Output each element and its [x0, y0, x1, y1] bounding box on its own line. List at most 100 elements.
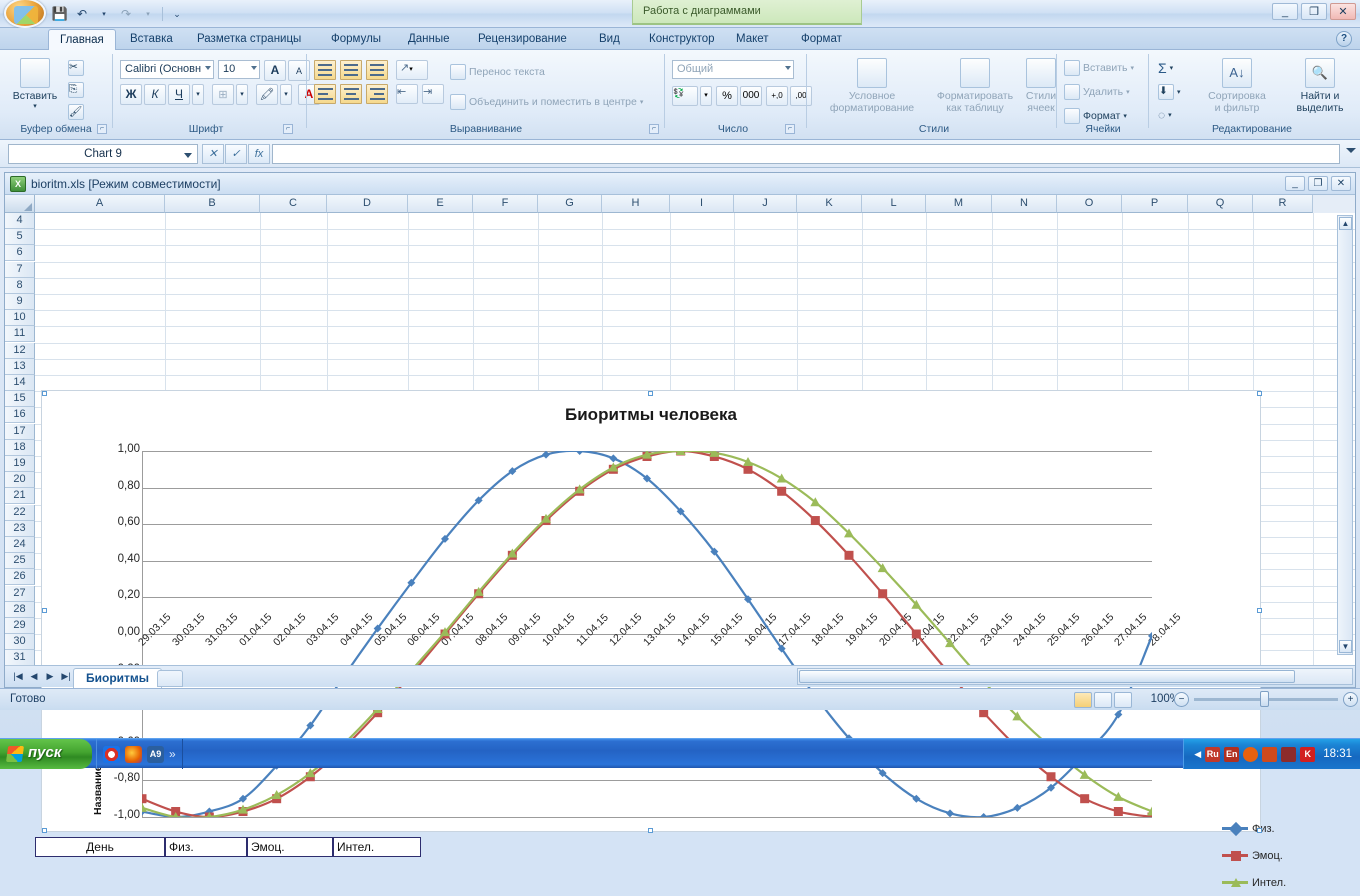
borders-button[interactable]: ⊞ [212, 84, 234, 105]
fill-color-dropdown-icon[interactable]: ▾ [280, 84, 292, 105]
zoom-out-button[interactable]: − [1174, 692, 1189, 707]
row-header-8[interactable]: 8 [5, 277, 35, 294]
chart-resize-handle[interactable] [648, 391, 653, 396]
vertical-scrollbar[interactable]: ▲ ▼ [1337, 215, 1353, 655]
thousands-button[interactable]: 000 [740, 86, 762, 106]
copy-button[interactable]: ⎘ [68, 82, 84, 98]
chart-resize-handle[interactable] [648, 828, 653, 833]
font-name-combo[interactable]: Calibri (Основн [120, 60, 214, 79]
align-center-icon[interactable] [340, 84, 362, 104]
column-header-P[interactable]: P [1122, 195, 1188, 213]
column-header-M[interactable]: M [926, 195, 992, 213]
number-format-combo[interactable]: Общий [672, 60, 794, 79]
wrap-text-button[interactable]: Перенос текста [450, 64, 545, 80]
row-header-24[interactable]: 24 [5, 537, 35, 553]
column-header-H[interactable]: H [602, 195, 670, 213]
legend-item-Интел.[interactable]: Интел. [1222, 869, 1286, 896]
align-right-icon[interactable] [366, 84, 388, 104]
row-header-28[interactable]: 28 [5, 601, 35, 618]
bold-button[interactable]: Ж [120, 84, 142, 105]
workbook-minimize-button[interactable]: _ [1285, 176, 1305, 191]
increase-indent-button[interactable]: ⇥ [422, 84, 444, 104]
conditional-formatting-button[interactable]: Условное форматирование [818, 58, 926, 114]
align-middle-icon[interactable] [340, 60, 362, 80]
row-header-20[interactable]: 20 [5, 472, 35, 489]
chart-resize-handle[interactable] [1257, 391, 1262, 396]
normal-view-icon[interactable] [1074, 692, 1092, 708]
merge-center-button[interactable]: Объединить и поместить в центре ▾ [450, 94, 643, 110]
workbook-restore-button[interactable]: ❐ [1308, 176, 1328, 191]
language-en-icon[interactable]: En [1224, 746, 1240, 762]
row-header-5[interactable]: 5 [5, 229, 35, 246]
tab-recenzirovanie[interactable]: Рецензирование [467, 28, 578, 50]
borders-dropdown-icon[interactable]: ▾ [236, 84, 248, 105]
column-header-J[interactable]: J [734, 195, 797, 213]
underline-dropdown-icon[interactable]: ▾ [192, 84, 204, 105]
select-all-corner[interactable] [5, 195, 35, 213]
insert-function-icon[interactable]: fx [248, 144, 270, 164]
chart-resize-handle[interactable] [42, 828, 47, 833]
column-header-F[interactable]: F [473, 195, 538, 213]
delete-cells-button[interactable]: Удалить ▾ [1064, 84, 1130, 100]
row-header-12[interactable]: 12 [5, 342, 35, 359]
column-header-O[interactable]: O [1057, 195, 1122, 213]
table-header-cell[interactable]: Интел. [333, 837, 421, 857]
tab-format[interactable]: Формат [790, 28, 853, 50]
row-header-10[interactable]: 10 [5, 310, 35, 327]
column-header-E[interactable]: E [408, 195, 473, 213]
chart-legend[interactable]: Физ. Эмоц. Интел. [1222, 815, 1286, 896]
tab-dannye[interactable]: Данные [397, 28, 461, 50]
column-header-D[interactable]: D [327, 195, 408, 213]
legend-item-Эмоц.[interactable]: Эмоц. [1222, 842, 1286, 869]
fill-button[interactable]: ⬇ ▾ [1158, 84, 1181, 100]
row-header-27[interactable]: 27 [5, 585, 35, 602]
insert-cells-button[interactable]: Вставить ▾ [1064, 60, 1134, 76]
column-header-B[interactable]: B [165, 195, 260, 213]
insert-worksheet-button[interactable] [157, 670, 183, 687]
help-icon[interactable]: ? [1336, 31, 1352, 47]
column-header-Q[interactable]: Q [1188, 195, 1253, 213]
orientation-button[interactable]: ↗▾ [396, 60, 428, 80]
last-sheet-button[interactable]: ▶| [59, 670, 73, 684]
paste-button[interactable]: Вставить ▾ [8, 58, 62, 110]
cell-styles-button[interactable]: Стили ячеек [1018, 58, 1064, 114]
format-painter-button[interactable]: 🖌 [68, 104, 84, 120]
table-header-cell[interactable]: День [35, 837, 165, 857]
prev-sheet-button[interactable]: ◀ [27, 670, 41, 684]
start-button[interactable]: пуск [0, 739, 92, 769]
row-header-21[interactable]: 21 [5, 488, 35, 505]
clear-button[interactable]: ◌ ▾ [1158, 108, 1172, 122]
kaspersky-icon[interactable]: K [1300, 746, 1316, 762]
column-header-I[interactable]: I [670, 195, 734, 213]
workbook-close-button[interactable]: ✕ [1331, 176, 1351, 191]
row-header-30[interactable]: 30 [5, 634, 35, 651]
column-header-R[interactable]: R [1253, 195, 1313, 213]
enter-formula-icon[interactable]: ✓ [225, 144, 247, 164]
row-header-15[interactable]: 15 [5, 391, 35, 408]
scroll-down-icon[interactable]: ▼ [1339, 640, 1352, 653]
column-header-K[interactable]: K [797, 195, 862, 213]
clipboard-dialog-launcher[interactable]: ⌐ [97, 124, 107, 134]
zoom-slider-thumb[interactable] [1260, 691, 1269, 707]
row-header-7[interactable]: 7 [5, 261, 35, 278]
number-dialog-launcher[interactable]: ⌐ [785, 124, 795, 134]
formula-input[interactable] [272, 144, 1340, 164]
autosum-button[interactable]: Σ ▾ [1158, 60, 1173, 76]
row-header-29[interactable]: 29 [5, 618, 35, 634]
chart-resize-handle[interactable] [42, 608, 47, 613]
italic-button[interactable]: К [144, 84, 166, 105]
legend-item-Физ.[interactable]: Физ. [1222, 815, 1286, 842]
tray-expand-icon[interactable]: ◀ [1194, 749, 1201, 760]
row-header-26[interactable]: 26 [5, 569, 35, 586]
chrome-icon[interactable] [103, 745, 120, 763]
tab-konstruktor[interactable]: Конструктор [638, 28, 726, 50]
horizontal-scrollbar[interactable] [797, 668, 1353, 685]
restore-button[interactable]: ❐ [1301, 3, 1327, 20]
tab-razmetka[interactable]: Разметка страницы [186, 28, 312, 50]
column-header-L[interactable]: L [862, 195, 926, 213]
grow-font-button[interactable]: A [264, 60, 286, 81]
alignment-dialog-launcher[interactable]: ⌐ [649, 124, 659, 134]
tab-vstavka[interactable]: Вставка [119, 28, 184, 50]
tab-glavnaya[interactable]: Главная [48, 29, 116, 51]
abbyy-icon[interactable]: A9 [147, 745, 164, 763]
